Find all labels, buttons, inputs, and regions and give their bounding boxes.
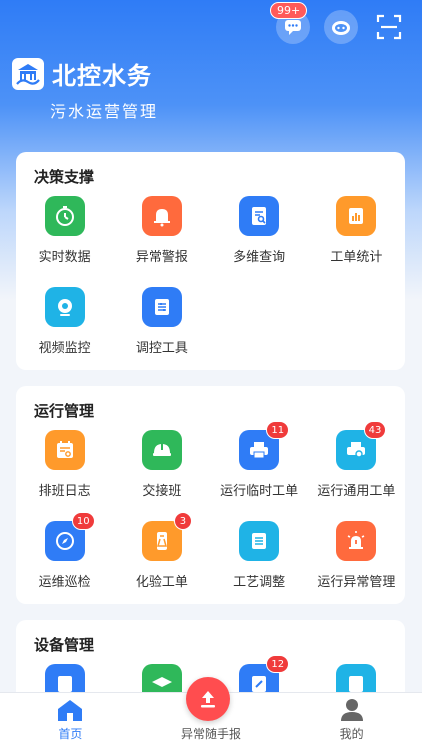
menu-item-inspection[interactable]: 10 运维巡检 (16, 512, 113, 590)
app-subtitle: 污水运营管理 (50, 102, 159, 121)
logo-icon (12, 57, 44, 90)
menu-item-label: 运维巡检 (38, 575, 91, 590)
flask-icon: 3 (141, 512, 192, 561)
brand-name: 北控水务 (52, 62, 152, 90)
message-button[interactable]: 99+ (270, 2, 310, 44)
section-title: 决策支撑 (34, 168, 95, 186)
tab-home[interactable]: 首页 (0, 693, 141, 750)
menu-item-label: 视频监控 (38, 341, 91, 356)
bell-icon (141, 196, 182, 236)
menu-item-shift-log[interactable]: 排班日志 (16, 430, 113, 499)
brand-logo: 北控水务 (12, 56, 152, 91)
scan-button[interactable] (372, 10, 406, 44)
count-badge: 43 (363, 421, 387, 439)
printer-icon: 11 (239, 421, 290, 470)
menu-item-label: 运行临时工单 (220, 484, 299, 499)
helmet-icon (141, 430, 182, 470)
menu-item-label: 运行异常管理 (317, 575, 396, 590)
menu-item-anomaly-management[interactable]: 运行异常管理 (308, 521, 405, 590)
bar-chart-icon (336, 196, 377, 236)
message-badge: 99+ (270, 2, 308, 19)
menu-item-label: 工艺调整 (233, 575, 286, 590)
alarm-light-icon (336, 521, 377, 561)
calendar-icon (44, 430, 85, 470)
menu-item-control-tools[interactable]: 调控工具 (113, 287, 210, 356)
menu-item-order-stats[interactable]: 工单统计 (308, 196, 405, 265)
count-badge: 11 (266, 421, 290, 439)
section-title: 运行管理 (34, 402, 95, 420)
count-badge: 10 (71, 512, 95, 530)
stopwatch-icon (44, 196, 85, 236)
compass-icon: 10 (44, 512, 95, 561)
menu-item-label: 运行通用工单 (317, 484, 396, 499)
menu-item-label: 排班日志 (38, 484, 91, 499)
menu-item-label: 调控工具 (135, 341, 188, 356)
robot-icon (332, 21, 350, 35)
document-search-icon (239, 196, 280, 236)
menu-item-label: 交接班 (142, 484, 182, 499)
menu-item-label: 多维查询 (233, 250, 286, 265)
camera-icon (44, 287, 85, 327)
user-icon (340, 699, 363, 721)
section-operation-management: 运行管理 排班日志 交接班 11 运行临时工单 43 运行通用工单 10 运维巡… (16, 386, 405, 604)
menu-item-lab-order[interactable]: 3 化验工单 (113, 512, 210, 590)
report-button[interactable] (186, 677, 230, 721)
menu-item-label: 工单统计 (330, 250, 383, 265)
menu-item-multi-query[interactable]: 多维查询 (211, 196, 308, 265)
count-badge: 3 (173, 512, 192, 530)
section-decision-support: 决策支撑 实时数据 异常警报 多维查询 工单统计 视频监控 调控工具 (16, 152, 405, 370)
menu-item-general-order[interactable]: 43 运行通用工单 (308, 421, 405, 499)
chat-icon (285, 20, 301, 35)
tab-mine[interactable]: 我的 (281, 693, 422, 750)
tab-label: 异常随手报 (181, 727, 242, 741)
menu-item-alarm[interactable]: 异常警报 (113, 196, 210, 265)
adjust-list-icon (239, 521, 280, 561)
menu-item-process-adjust[interactable]: 工艺调整 (211, 521, 308, 590)
upload-icon (201, 691, 215, 708)
count-badge: 12 (266, 655, 290, 673)
toolbox-icon (141, 287, 182, 327)
tab-report[interactable]: 异常随手报 (141, 677, 282, 750)
tab-label: 我的 (339, 727, 364, 741)
home-icon (58, 700, 83, 721)
printer-gear-icon: 43 (336, 421, 387, 470)
menu-item-video[interactable]: 视频监控 (16, 287, 113, 356)
assistant-button[interactable] (324, 10, 358, 44)
menu-item-realtime-data[interactable]: 实时数据 (16, 196, 113, 265)
menu-item-label: 异常警报 (135, 250, 188, 265)
top-actions: 99+ (270, 2, 406, 44)
menu-item-handover[interactable]: 交接班 (113, 430, 210, 499)
tab-label: 首页 (58, 727, 83, 741)
menu-item-temp-order[interactable]: 11 运行临时工单 (211, 421, 308, 499)
menu-item-label: 实时数据 (38, 250, 91, 265)
bottom-tab-bar: 首页 异常随手报 我的 (0, 677, 422, 750)
section-title: 设备管理 (34, 636, 95, 654)
scan-icon (376, 14, 402, 40)
menu-item-label: 化验工单 (135, 575, 188, 590)
